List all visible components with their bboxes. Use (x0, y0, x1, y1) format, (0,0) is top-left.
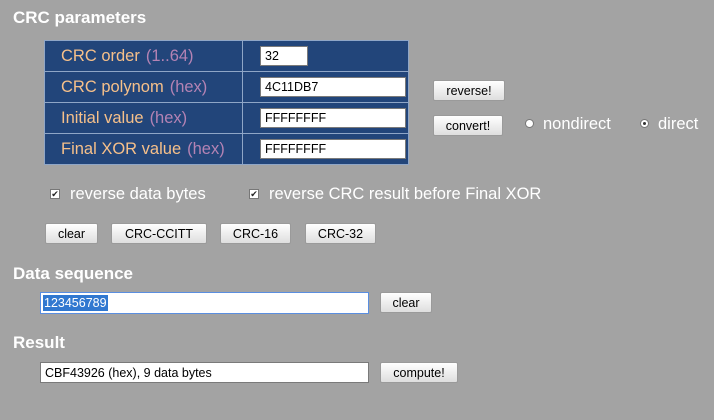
crc-polynom-label: CRC polynom (hex) (44, 71, 243, 103)
data-clear-button[interactable]: clear (380, 292, 432, 313)
direct-label: direct (658, 115, 699, 133)
reverse-data-bytes-checkbox[interactable]: ✔ (50, 189, 60, 199)
preset-clear-button[interactable]: clear (45, 223, 98, 244)
preset-crc-ccitt-button[interactable]: CRC-CCITT (111, 223, 207, 244)
nondirect-label: nondirect (543, 115, 611, 133)
compute-button[interactable]: compute! (380, 362, 458, 383)
crc-order-input[interactable] (260, 46, 308, 66)
direct-radio[interactable] (640, 119, 649, 128)
crc-order-label-text: CRC order (61, 46, 140, 65)
final-xor-label: Final XOR value (hex) (44, 133, 243, 165)
initial-value-hint: (hex) (149, 108, 188, 127)
initial-value-label-text: Initial value (61, 108, 144, 127)
crc-polynom-row: CRC polynom (hex) (44, 71, 409, 103)
crc-polynom-hint: (hex) (169, 77, 208, 96)
data-sequence-title: Data sequence (13, 264, 133, 283)
data-sequence-selected-text: 123456789 (43, 295, 108, 311)
crc-polynom-input[interactable] (260, 77, 406, 97)
initial-value-input[interactable] (260, 108, 406, 128)
crc-order-row: CRC order (1..64) (44, 40, 409, 72)
data-sequence-input[interactable]: 123456789 (40, 292, 369, 314)
final-xor-row: Final XOR value (hex) (44, 133, 409, 165)
crc-order-hint: (1..64) (145, 46, 194, 65)
crc-parameters-table: CRC order (1..64) CRC polynom (hex) Initia… (44, 40, 409, 165)
convert-button[interactable]: convert! (433, 115, 503, 136)
result-field[interactable] (40, 362, 369, 383)
reverse-data-bytes-label: reverse data bytes (70, 185, 206, 203)
reverse-button[interactable]: reverse! (433, 80, 505, 101)
crc-parameters-title: CRC parameters (13, 8, 147, 27)
reverse-crc-result-label: reverse CRC result before Final XOR (269, 185, 542, 203)
nondirect-radio[interactable] (525, 119, 534, 128)
preset-crc16-button[interactable]: CRC-16 (220, 223, 291, 244)
preset-crc32-button[interactable]: CRC-32 (305, 223, 376, 244)
final-xor-input[interactable] (260, 139, 406, 159)
initial-value-label: Initial value (hex) (44, 102, 243, 134)
crc-polynom-label-text: CRC polynom (61, 77, 164, 96)
crc-order-label: CRC order (1..64) (44, 40, 243, 72)
initial-value-row: Initial value (hex) (44, 102, 409, 134)
reverse-crc-result-checkbox[interactable]: ✔ (249, 189, 259, 199)
final-xor-hint: (hex) (187, 139, 225, 158)
final-xor-label-text: Final XOR value (61, 139, 182, 158)
result-title: Result (13, 333, 65, 352)
